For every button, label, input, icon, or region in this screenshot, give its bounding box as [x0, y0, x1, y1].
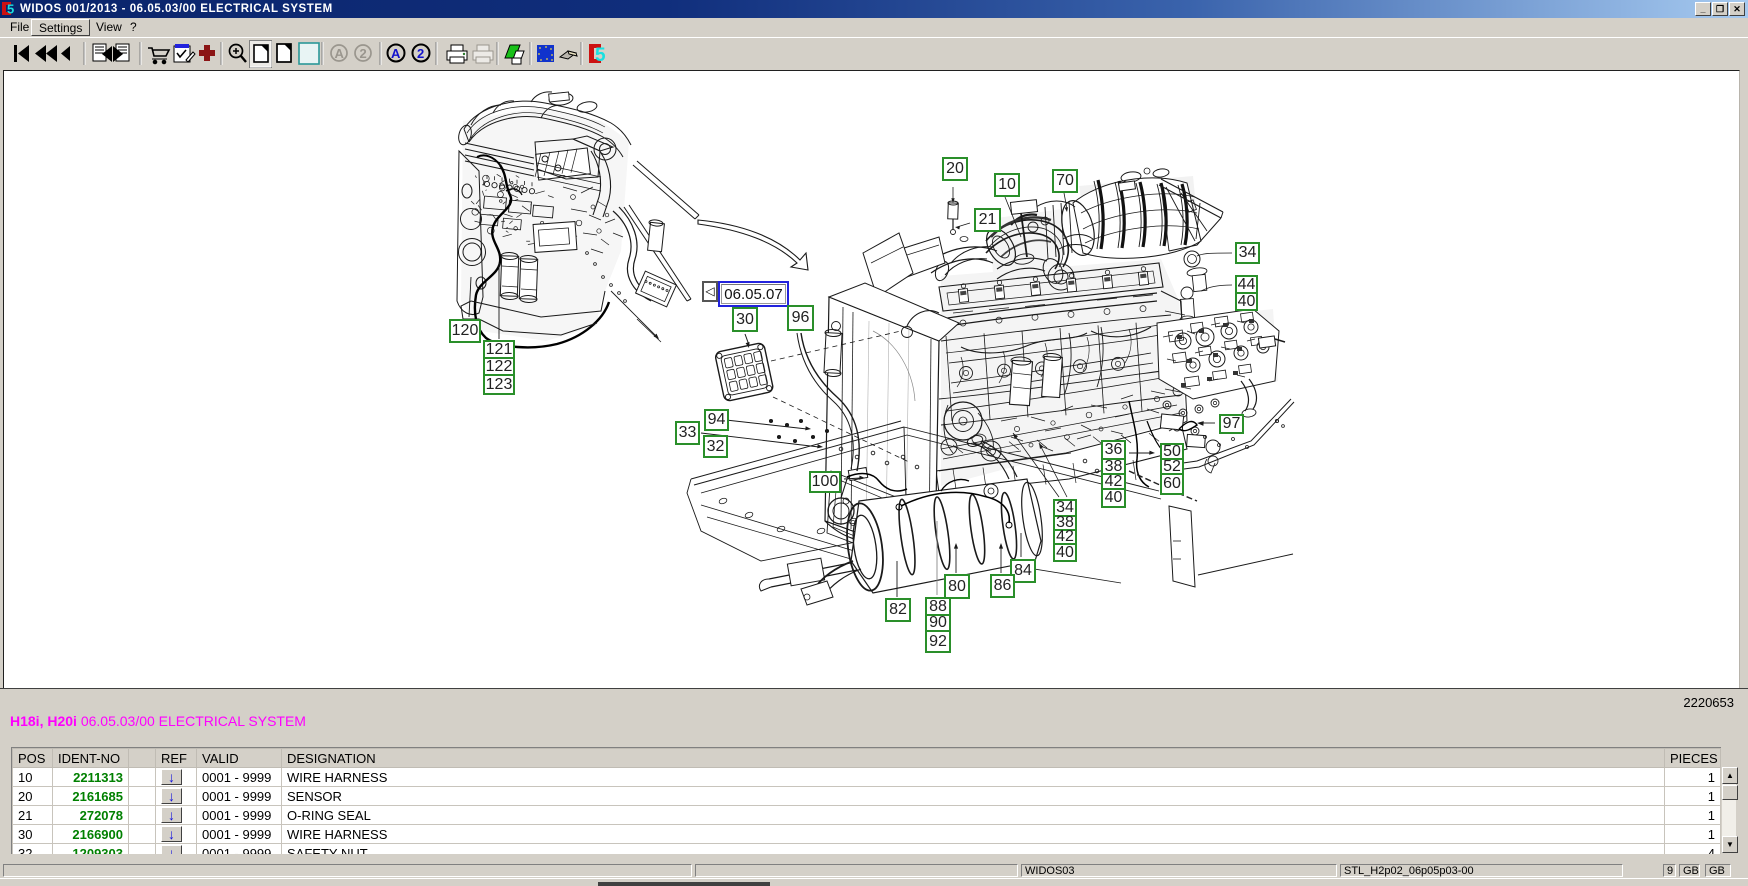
svg-text:A: A [335, 46, 345, 61]
svg-text:A: A [391, 46, 401, 61]
svg-text:5: 5 [7, 2, 14, 17]
svg-text:2: 2 [417, 46, 424, 61]
svg-text:5: 5 [595, 45, 606, 66]
svg-text:2: 2 [360, 46, 367, 61]
